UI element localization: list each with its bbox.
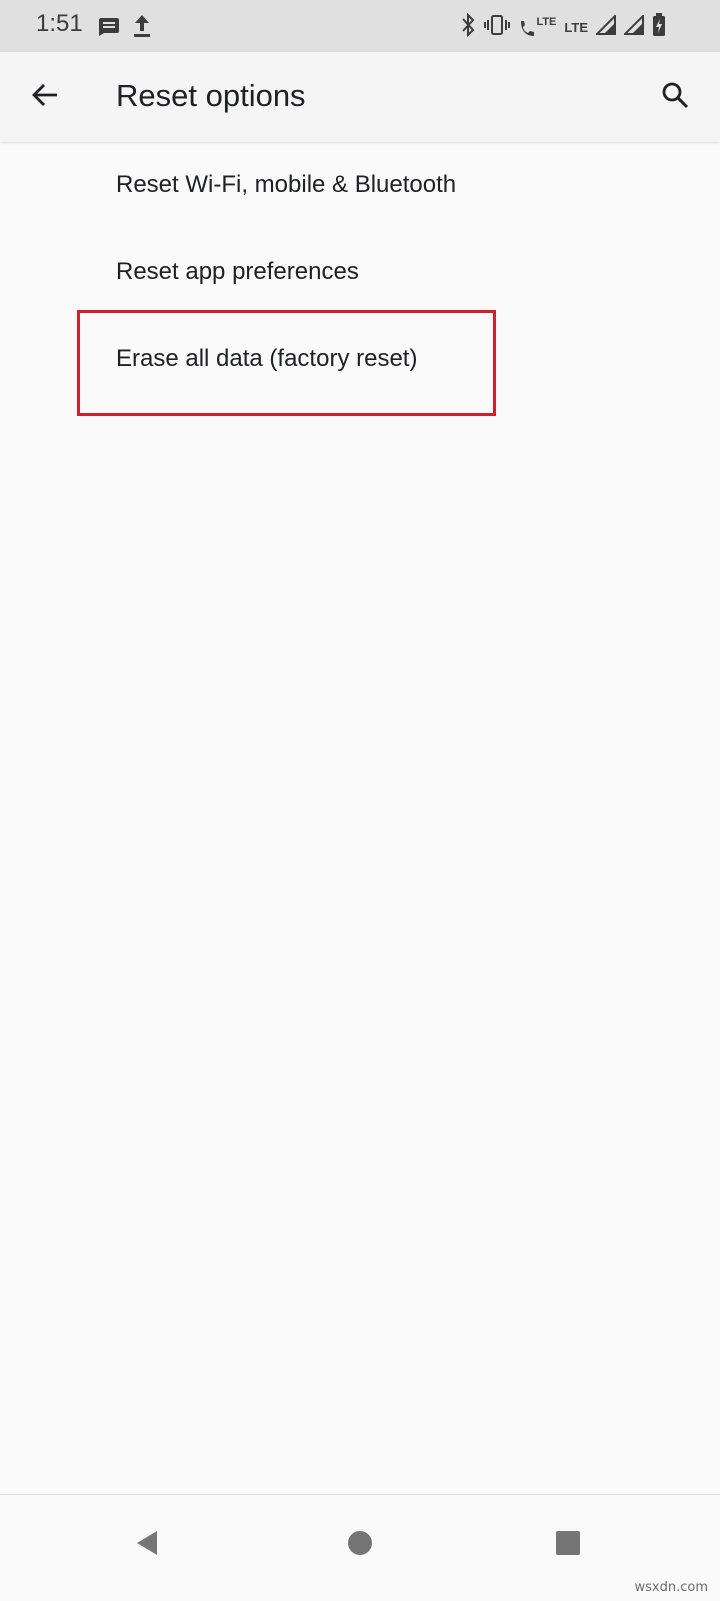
signal-icon xyxy=(594,13,616,40)
reset-options-list: Reset Wi-Fi, mobile & Bluetooth Reset ap… xyxy=(0,143,720,404)
navigation-bar: wsxdn.com xyxy=(0,1494,720,1601)
page-title: Reset options xyxy=(116,78,306,113)
status-right-icons: LTE LTE xyxy=(460,12,666,43)
lte-label: LTE xyxy=(564,20,588,35)
option-label: Erase all data (factory reset) xyxy=(116,344,418,372)
option-reset-network[interactable]: Reset Wi-Fi, mobile & Bluetooth xyxy=(0,143,720,230)
signal-icon-2 xyxy=(622,13,644,40)
nav-recents-button[interactable] xyxy=(538,1515,598,1575)
message-icon xyxy=(98,15,120,42)
watermark: wsxdn.com xyxy=(634,1580,709,1595)
option-label: Reset app preferences xyxy=(116,257,359,285)
option-label: Reset Wi-Fi, mobile & Bluetooth xyxy=(116,170,457,198)
volte-call-icon: LTE xyxy=(518,15,557,39)
search-button[interactable] xyxy=(652,74,698,120)
recents-square-icon xyxy=(553,1528,583,1563)
status-time: 1:51 xyxy=(36,10,83,37)
search-icon xyxy=(661,81,689,114)
bluetooth-icon xyxy=(460,12,476,43)
status-left-icons xyxy=(98,14,152,43)
nav-back-button[interactable] xyxy=(118,1515,178,1575)
app-bar: Reset options xyxy=(0,52,720,142)
lte-small-label: LTE xyxy=(536,15,557,28)
battery-icon xyxy=(652,13,666,42)
option-factory-reset[interactable]: Erase all data (factory reset) xyxy=(0,317,720,404)
nav-home-button[interactable] xyxy=(330,1515,390,1575)
option-reset-app-preferences[interactable]: Reset app preferences xyxy=(0,230,720,317)
back-triangle-icon xyxy=(133,1528,163,1563)
back-button[interactable] xyxy=(22,74,68,120)
status-bar: 1:51 LTE LTE xyxy=(0,0,720,52)
arrow-back-icon xyxy=(31,81,59,114)
home-circle-icon xyxy=(345,1528,375,1563)
upload-icon xyxy=(132,14,152,43)
vibrate-icon xyxy=(484,14,511,41)
